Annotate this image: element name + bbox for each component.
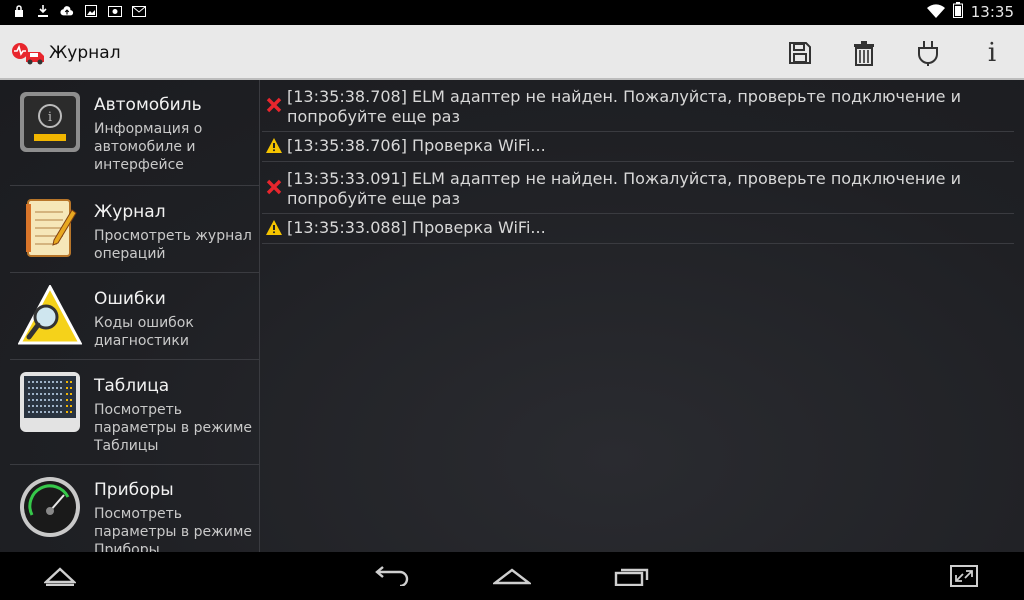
app-logo-icon[interactable] <box>10 40 46 66</box>
sidebar-item-desc: Посмотреть параметры в режиме Таблицы <box>94 402 253 454</box>
recents-icon <box>614 568 649 586</box>
save-icon <box>789 42 811 64</box>
clock: 13:35 <box>970 3 1014 21</box>
log-entry[interactable]: [13:35:38.706] Проверка WiFi... <box>262 132 1014 162</box>
sidebar-item-gauges[interactable]: Приборы Посмотреть параметры в режиме Пр… <box>10 465 259 552</box>
sidebar-item-desc: Посмотреть параметры в режиме Приборы <box>94 506 253 552</box>
notepad-icon <box>18 196 82 260</box>
log-entry[interactable]: [13:35:38.708] ELM адаптер не найден. По… <box>262 80 1014 132</box>
action-bar: Журнал i <box>0 25 1024 80</box>
cloud-upload-icon <box>60 4 74 18</box>
home-button[interactable] <box>492 562 532 590</box>
gauge-icon <box>18 475 82 539</box>
sidebar-item-desc: Коды ошибок диагностики <box>94 315 194 349</box>
up-icon <box>44 567 76 586</box>
sidebar-item-car[interactable]: i Автомобиль Информация о автомобиле и и… <box>10 80 259 186</box>
sidebar-item-label: Ошибки <box>94 289 166 309</box>
gmail-icon <box>132 4 146 18</box>
up-button[interactable] <box>40 562 80 590</box>
error-icon <box>266 97 282 113</box>
sidebar-item-log[interactable]: Журнал Просмотреть журнал операций <box>10 186 259 273</box>
lock-icon <box>12 4 26 18</box>
table-screen-icon <box>18 370 82 434</box>
warning-icon <box>266 138 282 154</box>
connect-button[interactable] <box>912 37 944 69</box>
warning-icon <box>266 220 282 236</box>
sidebar-item-label: Автомобиль <box>94 95 202 115</box>
wifi-icon <box>926 3 945 22</box>
log-entry-text: [13:35:33.091] ELM адаптер не найден. По… <box>287 169 961 208</box>
log-list: [13:35:38.708] ELM адаптер не найден. По… <box>262 80 1014 244</box>
error-icon <box>266 179 282 195</box>
photo-icon <box>108 4 122 18</box>
sidebar-item-label: Таблица <box>94 376 170 396</box>
status-bar: 13:35 <box>0 0 1024 25</box>
log-entry-text: [13:35:33.088] Проверка WiFi... <box>287 218 546 237</box>
log-entry-text: [13:35:38.706] Проверка WiFi... <box>287 136 546 155</box>
trash-icon <box>854 41 874 66</box>
car-info-icon: i <box>18 90 82 154</box>
svg-text:i: i <box>48 110 52 125</box>
sidebar-item-label: Журнал <box>94 202 166 222</box>
back-icon <box>375 566 409 586</box>
info-icon: i <box>987 38 997 68</box>
log-entry-text: [13:35:38.708] ELM адаптер не найден. По… <box>287 87 961 126</box>
sidebar-item-label: Приборы <box>94 480 174 500</box>
navigation-bar <box>0 552 1024 600</box>
sidebar: i Автомобиль Информация о автомобиле и и… <box>10 80 260 552</box>
log-entry[interactable]: [13:35:33.091] ELM адаптер не найден. По… <box>262 162 1014 214</box>
home-icon <box>493 568 531 585</box>
sidebar-item-table[interactable]: Таблица Посмотреть параметры в режиме Та… <box>10 360 259 465</box>
fullscreen-button[interactable] <box>944 562 984 590</box>
log-entry[interactable]: [13:35:33.088] Проверка WiFi... <box>262 214 1014 244</box>
delete-button[interactable] <box>848 37 880 69</box>
back-button[interactable] <box>372 562 412 590</box>
sidebar-item-desc: Просмотреть журнал операций <box>94 228 252 262</box>
recents-button[interactable] <box>612 562 652 590</box>
warning-magnifier-icon <box>17 283 83 349</box>
image-icon <box>84 4 98 18</box>
sidebar-item-errors[interactable]: Ошибки Коды ошибок диагностики <box>10 273 259 360</box>
plug-icon <box>918 41 938 66</box>
save-button[interactable] <box>784 37 816 69</box>
download-icon <box>36 4 50 18</box>
fullscreen-icon <box>950 565 978 587</box>
info-button[interactable]: i <box>976 37 1008 69</box>
sidebar-item-desc: Информация о автомобиле и интерфейсе <box>94 121 203 173</box>
page-title: Журнал <box>49 43 121 63</box>
main-content: i Автомобиль Информация о автомобиле и и… <box>0 80 1024 552</box>
battery-icon <box>952 2 963 22</box>
